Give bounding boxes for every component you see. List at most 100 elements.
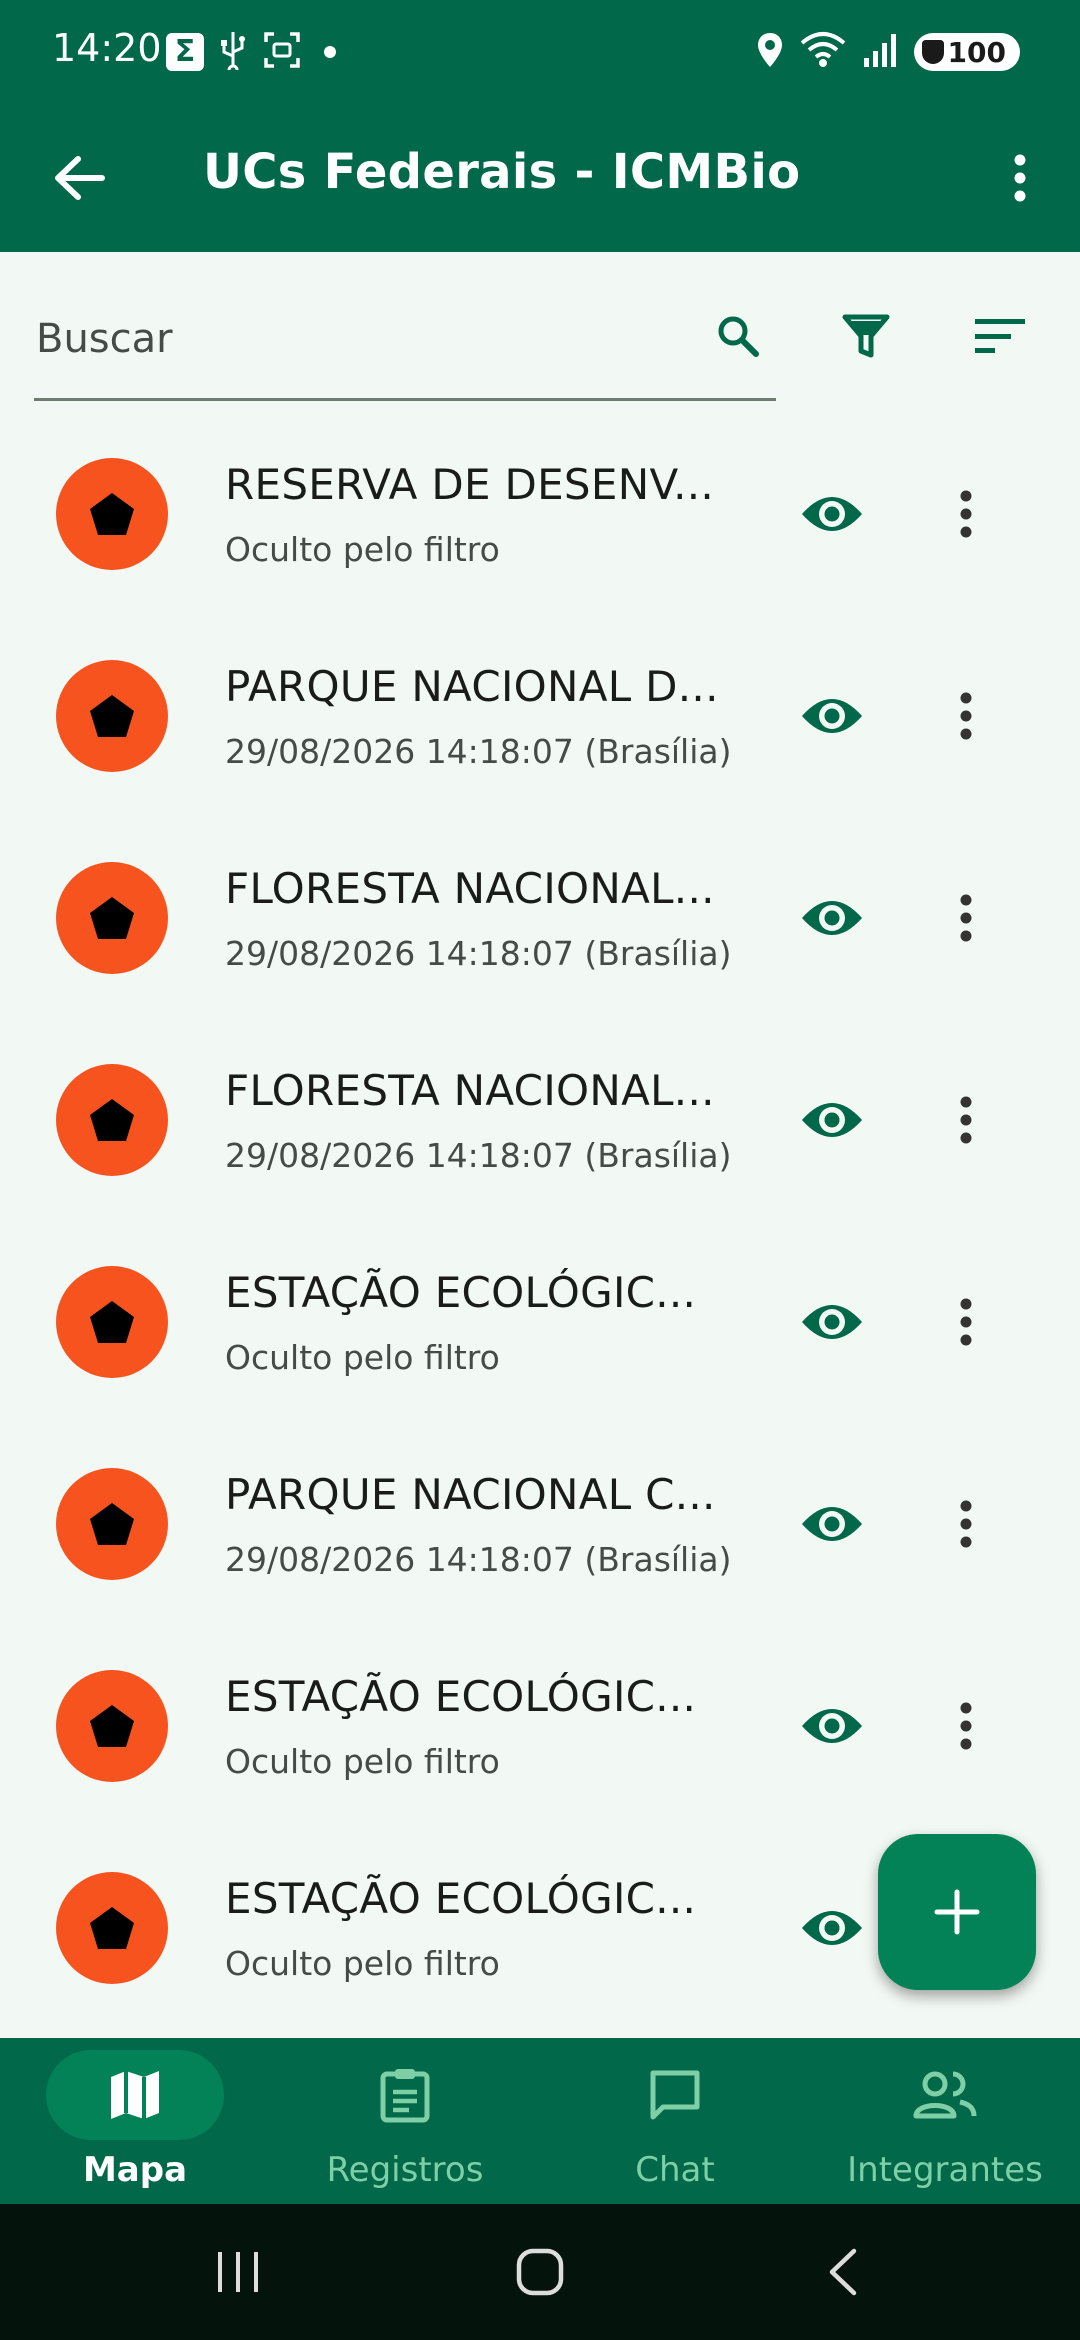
- add-button[interactable]: [878, 1834, 1036, 1990]
- item-subtitle: Oculto pelo filtro: [225, 1944, 500, 1983]
- nav-item-registros[interactable]: Registros: [270, 2038, 540, 2204]
- status-time: 14:20: [52, 26, 162, 70]
- nav-item-chat[interactable]: Chat: [540, 2038, 810, 2204]
- search-icon[interactable]: [710, 308, 766, 364]
- sigma-icon: Σ: [166, 33, 204, 71]
- item-more-button[interactable]: [930, 878, 1002, 958]
- app-bar: UCs Federais - ICMBio: [0, 104, 1080, 252]
- plus-icon: [934, 1889, 980, 1935]
- item-more-button[interactable]: [930, 1282, 1002, 1362]
- item-subtitle: 29/08/2026 14:18:07 (Brasília): [225, 1540, 732, 1579]
- item-more-button[interactable]: [930, 1484, 1002, 1564]
- status-notification-icons: Σ: [166, 30, 336, 76]
- search-field[interactable]: [34, 290, 776, 401]
- location-icon: [756, 31, 784, 73]
- screenshot-icon: [262, 30, 302, 74]
- eye-icon: [802, 1709, 862, 1743]
- bottom-navigation: Mapa Registros Chat Integrantes: [0, 2038, 1080, 2204]
- sort-icon: [975, 319, 1025, 353]
- more-vert-icon: [960, 894, 972, 942]
- visibility-toggle[interactable]: [790, 1078, 874, 1162]
- back-button[interactable]: [40, 142, 120, 214]
- system-navigation-bar: [0, 2204, 1080, 2340]
- sort-button[interactable]: [968, 300, 1032, 372]
- nav-label: Mapa: [82, 2150, 188, 2190]
- nav-label: Chat: [635, 2150, 715, 2190]
- pentagon-icon: [90, 1503, 134, 1545]
- item-title: FLORESTA NACIONAL...: [225, 864, 715, 913]
- visibility-toggle[interactable]: [790, 1280, 874, 1364]
- recents-icon: [218, 2252, 258, 2292]
- avatar: [56, 1872, 168, 1984]
- eye-icon: [802, 901, 862, 935]
- list-item[interactable]: ESTAÇÃO ECOLÓGIC... Oculto pelo filtro: [0, 1220, 1080, 1422]
- item-title: RESERVA DE DESENV...: [225, 460, 715, 509]
- more-vert-icon: [960, 1298, 972, 1346]
- item-more-button[interactable]: [930, 474, 1002, 554]
- item-title: ESTAÇÃO ECOLÓGIC...: [225, 1874, 697, 1923]
- pentagon-icon: [90, 1301, 134, 1343]
- wifi-icon: [800, 31, 846, 73]
- more-vert-icon: [960, 692, 972, 740]
- home-button[interactable]: [495, 2234, 585, 2310]
- list-item[interactable]: RESERVA DE DESENV... Oculto pelo filtro: [0, 412, 1080, 614]
- more-vert-icon: [960, 1702, 972, 1750]
- list-item[interactable]: ESTAÇÃO ECOLÓGIC... Oculto pelo filtro: [0, 1624, 1080, 1826]
- nav-item-mapa[interactable]: Mapa: [0, 2038, 270, 2204]
- clipboard-icon: [373, 2063, 437, 2127]
- item-title: ESTAÇÃO ECOLÓGIC...: [225, 1672, 697, 1721]
- avatar: [56, 660, 168, 772]
- more-options-button[interactable]: [984, 142, 1056, 214]
- pentagon-icon: [90, 493, 134, 535]
- search-input[interactable]: [34, 308, 678, 370]
- pentagon-icon: [90, 695, 134, 737]
- system-back-button[interactable]: [798, 2234, 888, 2310]
- item-title: PARQUE NACIONAL D...: [225, 662, 719, 711]
- visibility-toggle[interactable]: [790, 876, 874, 960]
- item-more-button[interactable]: [930, 676, 1002, 756]
- item-subtitle: Oculto pelo filtro: [225, 530, 500, 569]
- item-subtitle: 29/08/2026 14:18:07 (Brasília): [225, 934, 732, 973]
- pentagon-icon: [90, 897, 134, 939]
- eye-icon: [802, 1911, 862, 1945]
- item-subtitle: Oculto pelo filtro: [225, 1742, 500, 1781]
- list-item[interactable]: FLORESTA NACIONAL... 29/08/2026 14:18:07…: [0, 816, 1080, 1018]
- item-subtitle: 29/08/2026 14:18:07 (Brasília): [225, 732, 732, 771]
- list-item[interactable]: PARQUE NACIONAL D... 29/08/2026 14:18:07…: [0, 614, 1080, 816]
- nav-label: Integrantes: [847, 2150, 1043, 2190]
- chevron-left-icon: [829, 2248, 857, 2296]
- avatar: [56, 862, 168, 974]
- nav-item-integrantes[interactable]: Integrantes: [810, 2038, 1080, 2204]
- arrow-left-icon: [55, 156, 105, 200]
- more-vert-icon: [960, 1500, 972, 1548]
- more-vert-icon: [960, 490, 972, 538]
- visibility-toggle[interactable]: [790, 472, 874, 556]
- eye-icon: [802, 1103, 862, 1137]
- list-item[interactable]: FLORESTA NACIONAL... 29/08/2026 14:18:07…: [0, 1018, 1080, 1220]
- dot-icon: [324, 46, 336, 58]
- eye-icon: [802, 1305, 862, 1339]
- eye-icon: [802, 699, 862, 733]
- pentagon-icon: [90, 1705, 134, 1747]
- visibility-toggle[interactable]: [790, 1482, 874, 1566]
- recent-apps-button[interactable]: [193, 2234, 283, 2310]
- battery-level: 100: [947, 35, 1006, 69]
- page-title: UCs Federais - ICMBio: [203, 144, 801, 200]
- visibility-toggle[interactable]: [790, 674, 874, 758]
- uc-list: RESERVA DE DESENV... Oculto pelo filtro …: [0, 412, 1080, 2038]
- usb-icon: [218, 30, 248, 76]
- pentagon-icon: [90, 1907, 134, 1949]
- item-title: ESTAÇÃO ECOLÓGIC...: [225, 1268, 697, 1317]
- filter-button[interactable]: [836, 300, 896, 372]
- visibility-toggle[interactable]: [790, 1886, 874, 1970]
- signal-icon: [862, 32, 898, 72]
- shield-icon: [921, 40, 944, 64]
- avatar: [56, 1064, 168, 1176]
- visibility-toggle[interactable]: [790, 1684, 874, 1768]
- status-bar: 14:20 Σ 100: [0, 0, 1080, 104]
- item-more-button[interactable]: [930, 1080, 1002, 1160]
- item-more-button[interactable]: [930, 1686, 1002, 1766]
- eye-icon: [802, 497, 862, 531]
- avatar: [56, 458, 168, 570]
- list-item[interactable]: PARQUE NACIONAL C... 29/08/2026 14:18:07…: [0, 1422, 1080, 1624]
